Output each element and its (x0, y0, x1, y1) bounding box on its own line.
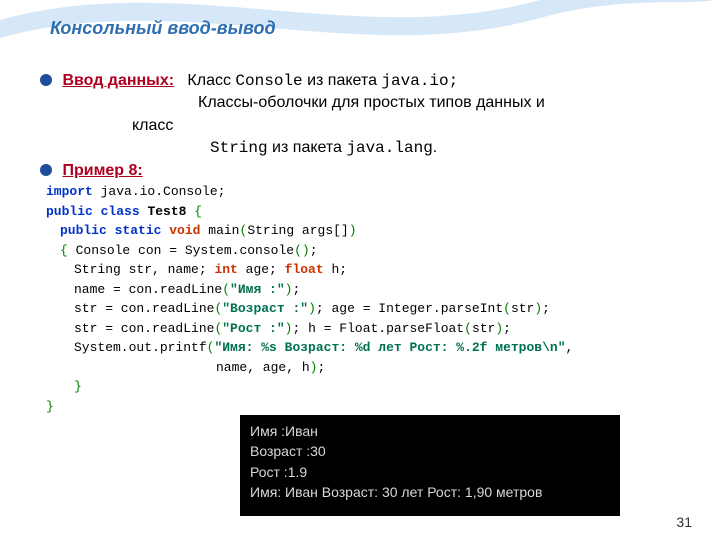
input-label: Ввод данных: (62, 72, 174, 89)
console-line: Имя: Иван Возраст: 30 лет Рост: 1,90 мет… (250, 482, 610, 502)
klass-word: класс (132, 115, 700, 137)
intro-text: Ввод данных: Класс Console из пакета jav… (40, 70, 700, 160)
code-block: import java.io.Console; public class Tes… (40, 178, 700, 420)
bullet-icon (40, 164, 52, 176)
slide-title: Консольный ввод-вывод (50, 18, 276, 39)
console-line: Имя :Иван (250, 421, 610, 441)
wrapper-line: Классы-оболочки для простых типов данных… (198, 92, 700, 114)
console-line: Рост :1.9 (250, 462, 610, 482)
page-number: 31 (676, 514, 692, 530)
console-line: Возраст :30 (250, 441, 610, 461)
console-output: Имя :Иван Возраст :30 Рост :1.9 Имя: Ива… (240, 415, 620, 516)
console-line (250, 502, 610, 514)
bullet-icon (40, 74, 52, 86)
